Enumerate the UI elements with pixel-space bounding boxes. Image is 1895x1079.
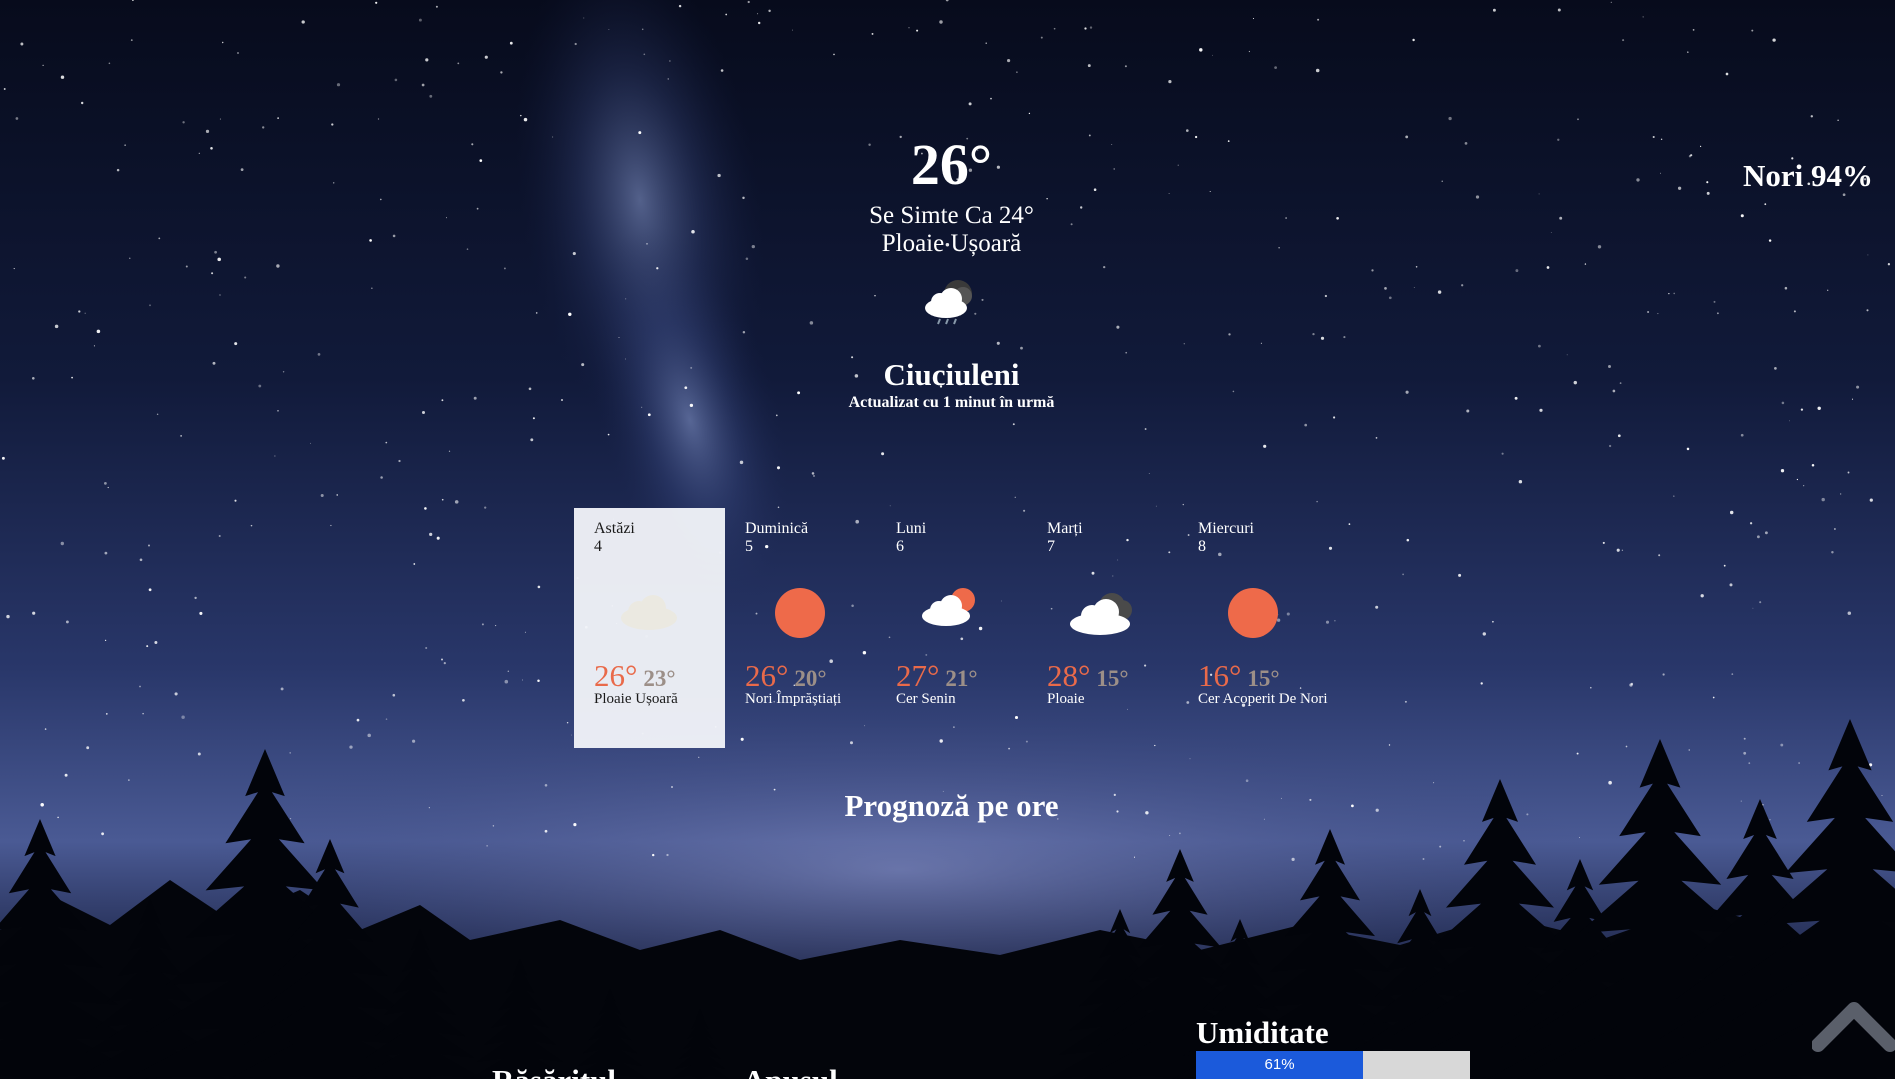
humidity-title: Umiditate <box>1196 1015 1329 1050</box>
cloud-icon <box>621 595 677 630</box>
day-card-4[interactable]: Miercuri 8 16° 15° Cer Acoperit De Nori <box>1178 508 1329 748</box>
max-temperature: 26° <box>745 658 789 693</box>
sun-icon <box>775 588 825 638</box>
hourly-forecast-title: Prognoză pe ore <box>844 788 1059 823</box>
dark-cloud-icon <box>1070 593 1132 635</box>
max-temperature: 28° <box>1047 658 1091 693</box>
day-date: 6 <box>896 538 904 555</box>
feels-like-text: Se Simte Ca 24° <box>869 202 1034 229</box>
day-card-1[interactable]: Duminică 5 26° 20° Nori Împrăștiați <box>725 508 876 748</box>
humidity-progress-fill: 61% <box>1196 1051 1364 1079</box>
day-card-3[interactable]: Marți 7 28° 15° Ploaie <box>1027 508 1178 748</box>
sunset-title: Apusul <box>743 1061 838 1079</box>
day-temperatures: 16° 15° <box>1198 658 1280 694</box>
day-temperatures: 27° 21° <box>896 658 978 694</box>
day-temperatures: 28° 15° <box>1047 658 1129 694</box>
day-description: Ploaie Ușoară <box>594 691 678 707</box>
day-card-2[interactable]: Luni 6 27° 21° Cer Senin <box>876 508 1027 748</box>
sunrise-title: Răsăritul <box>492 1061 616 1079</box>
min-temperature: 15° <box>1247 666 1280 691</box>
day-name: Marți <box>1047 520 1083 537</box>
min-temperature: 23° <box>643 666 676 691</box>
day-name: Duminică <box>745 520 809 537</box>
humidity-progress-bar: 61% <box>1196 1051 1470 1079</box>
day-name: Astăzi <box>594 520 635 537</box>
day-date: 8 <box>1198 538 1206 555</box>
last-updated-text: Actualizat cu 1 minut în urmă <box>848 394 1055 411</box>
day-name: Luni <box>896 520 927 537</box>
day-date: 4 <box>594 538 602 555</box>
min-temperature: 20° <box>794 666 827 691</box>
current-description: Ploaie Ușoară <box>881 230 1022 257</box>
day-date: 7 <box>1047 538 1055 555</box>
city-name: Ciuciuleni <box>883 357 1020 392</box>
day-temperatures: 26° 23° <box>594 658 676 694</box>
cloudiness-readout: Nori 94% <box>1742 158 1873 193</box>
day-name: Miercuri <box>1198 520 1254 537</box>
min-temperature: 15° <box>1096 666 1129 691</box>
max-temperature: 26° <box>594 658 638 693</box>
day-description: Ploaie <box>1047 691 1085 707</box>
max-temperature: 16° <box>1198 658 1242 693</box>
day-date: 5 <box>745 538 753 555</box>
day-description: Cer Acoperit De Nori <box>1198 691 1328 707</box>
light-rain-night-cloud-icon <box>925 280 972 325</box>
sun-cloud-icon <box>922 588 975 626</box>
min-temperature: 21° <box>945 666 978 691</box>
chevron-up-icon[interactable] <box>1812 995 1895 1055</box>
max-temperature: 27° <box>896 658 940 693</box>
sun-icon <box>1228 588 1278 638</box>
current-temperature: 26° <box>910 132 993 197</box>
day-card-0[interactable]: Astăzi 4 26° 23° Ploaie Ușoară <box>574 508 725 748</box>
day-description: Nori Împrăștiați <box>745 691 842 707</box>
day-description: Cer Senin <box>896 691 956 707</box>
day-temperatures: 26° 20° <box>745 658 827 694</box>
